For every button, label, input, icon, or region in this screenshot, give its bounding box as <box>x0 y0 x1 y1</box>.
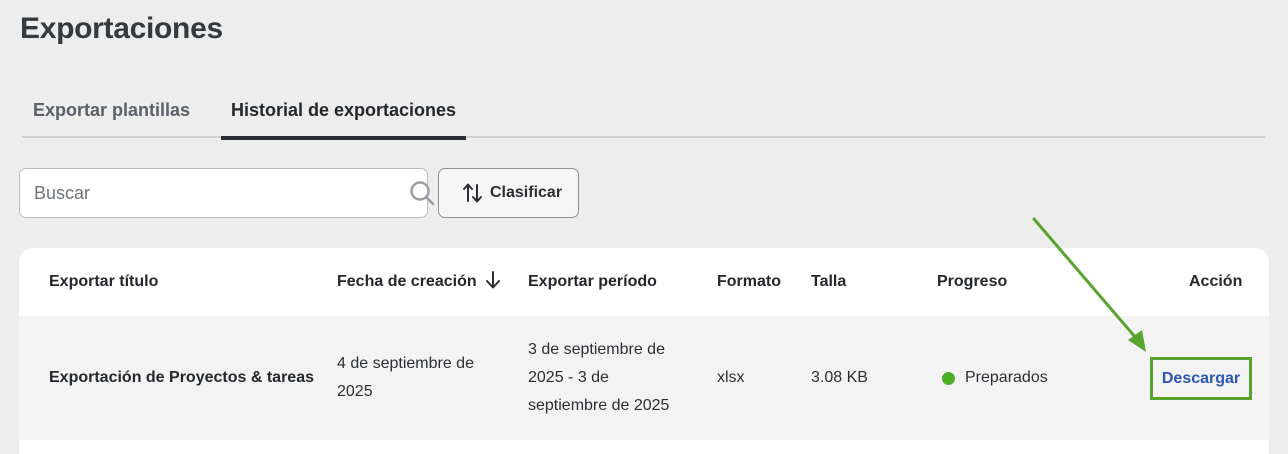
column-header-progress[interactable]: Progreso <box>937 248 1007 316</box>
column-header-action: Acción <box>1189 273 1243 290</box>
row-created-line2: 2025 <box>337 383 373 400</box>
row-progress: Preparados <box>942 316 1048 440</box>
row-format: xlsx <box>717 369 745 386</box>
tab-historial-de-exportaciones[interactable]: Historial de exportaciones <box>221 90 467 140</box>
sort-button[interactable]: Clasificar <box>438 168 579 218</box>
column-header-format[interactable]: Formato <box>717 248 781 316</box>
status-badge: Preparados <box>965 369 1048 386</box>
search-icon[interactable] <box>409 180 435 206</box>
row-created-line1: 4 de septiembre de <box>337 355 474 372</box>
row-period-line3: septiembre de 2025 <box>528 397 670 414</box>
sort-button-label: Clasificar <box>490 184 563 201</box>
tab-exportar-plantillas[interactable]: Exportar plantillas <box>33 90 190 138</box>
row-created-date: 4 de septiembre de 2025 <box>337 316 474 440</box>
row-export-period: 3 de septiembre de 2025 - 3 de septiembr… <box>528 316 669 440</box>
download-highlight: Descargar <box>1150 357 1252 400</box>
exports-table: Exportar título Fecha de creación Export… <box>19 248 1269 454</box>
row-period-line1: 3 de septiembre de <box>528 341 665 358</box>
column-header-size[interactable]: Talla <box>811 248 846 316</box>
table-row: Exportación de Proyectos & tareas 4 de s… <box>19 316 1269 440</box>
search-input[interactable] <box>34 169 384 217</box>
download-link[interactable]: Descargar <box>1153 360 1249 397</box>
tab-bar: Exportar plantillas Historial de exporta… <box>22 90 1265 140</box>
column-header-created[interactable]: Fecha de creación <box>337 248 501 316</box>
row-title: Exportación de Proyectos & tareas <box>49 369 314 386</box>
page-title: Exportaciones <box>20 12 223 45</box>
column-header-period[interactable]: Exportar período <box>528 248 657 316</box>
sort-arrows-icon <box>463 183 482 203</box>
status-dot-icon <box>942 371 955 385</box>
column-header-created-label: Fecha de creación <box>337 273 477 290</box>
search-box <box>19 168 435 218</box>
row-period-line2: 2025 - 3 de <box>528 369 609 386</box>
column-header-title[interactable]: Exportar título <box>49 248 158 316</box>
row-size: 3.08 KB <box>811 369 868 386</box>
sort-descending-icon <box>486 270 501 289</box>
